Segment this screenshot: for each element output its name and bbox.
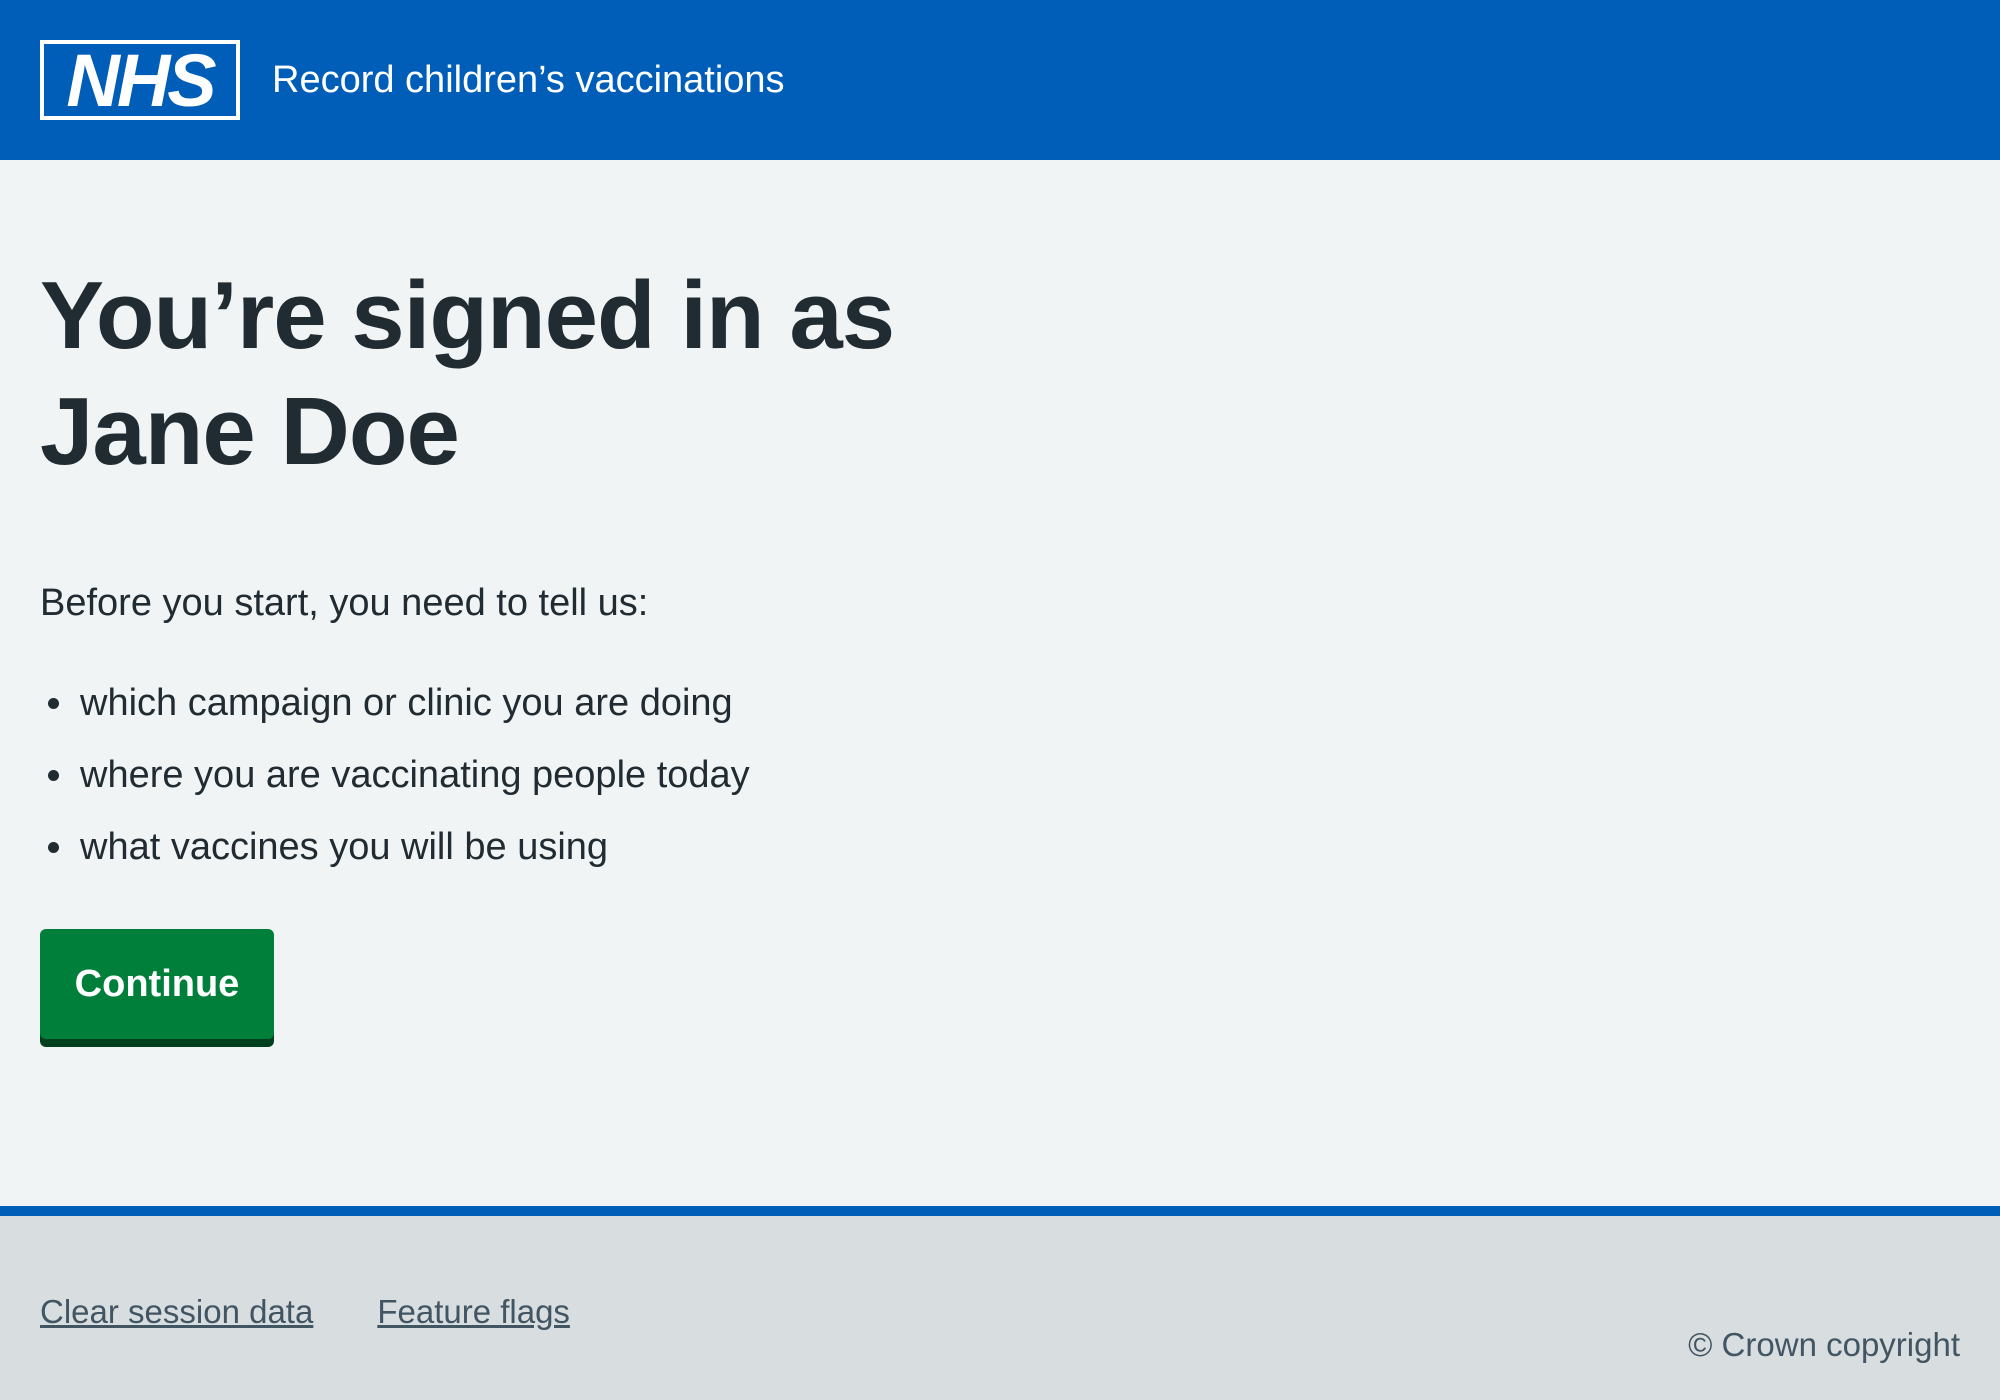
service-name-link[interactable]: Record children’s vaccinations bbox=[272, 56, 785, 104]
list-item: which campaign or clinic you are doing bbox=[40, 678, 750, 728]
footer-links: Clear session data Feature flags bbox=[40, 1290, 634, 1334]
bullet-icon bbox=[48, 842, 59, 853]
list-item-text: where you are vaccinating people today bbox=[80, 754, 750, 796]
continue-button[interactable]: Continue bbox=[40, 929, 274, 1039]
intro-text: Before you start, you need to tell us: bbox=[40, 582, 649, 624]
list-item: where you are vaccinating people today bbox=[40, 750, 750, 800]
nhs-logo: NHS bbox=[40, 40, 240, 120]
page-title: You’re signed in as Jane Doe bbox=[40, 262, 895, 485]
requirements-list: which campaign or clinic you are doing w… bbox=[40, 678, 750, 894]
footer-link-item: Clear session data bbox=[40, 1290, 313, 1334]
site-footer: Clear session data Feature flags © Crown… bbox=[0, 1206, 2000, 1400]
list-item-text: what vaccines you will be using bbox=[80, 826, 609, 868]
footer-link-item: Feature flags bbox=[377, 1290, 570, 1334]
list-item-text: which campaign or clinic you are doing bbox=[80, 682, 733, 724]
clear-session-data-link[interactable]: Clear session data bbox=[40, 1293, 313, 1330]
copyright-text: © Crown copyright bbox=[1688, 1326, 1960, 1363]
nhs-logo-text: NHS bbox=[66, 40, 216, 120]
feature-flags-link[interactable]: Feature flags bbox=[377, 1293, 570, 1330]
site-header: NHS Record children’s vaccinations bbox=[0, 0, 2000, 160]
bullet-icon bbox=[48, 770, 59, 781]
bullet-icon bbox=[48, 698, 59, 709]
list-item: what vaccines you will be using bbox=[40, 822, 750, 872]
